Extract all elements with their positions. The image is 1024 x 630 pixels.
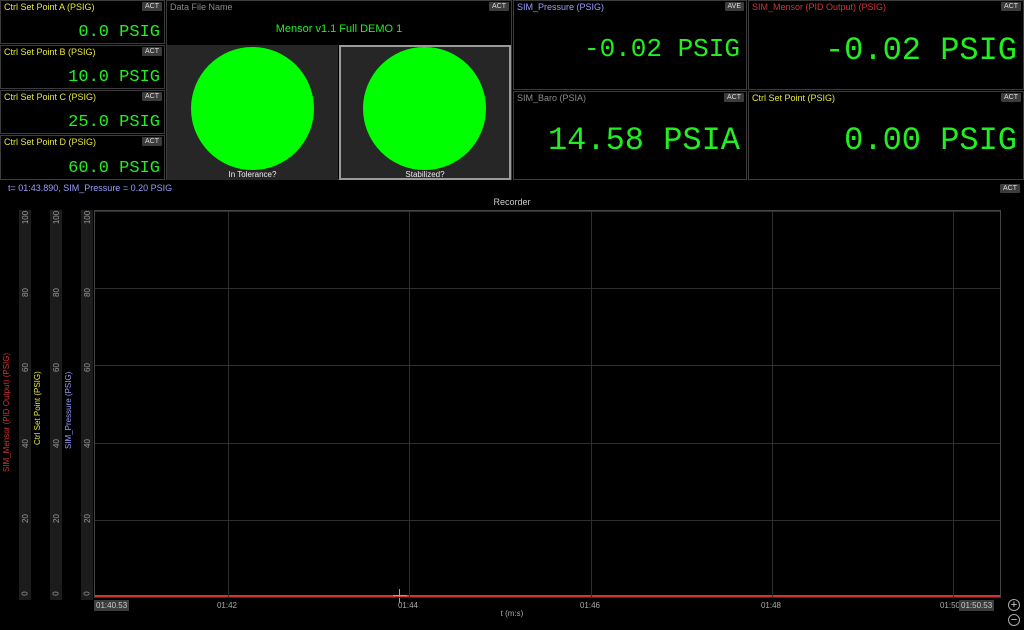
set-point-a-title: Ctrl Set Point A (PSIG) xyxy=(4,2,95,12)
axis-label-sim-mensor: SIM_Mensor (PID Output) (PSIG) xyxy=(2,352,11,472)
sim-mensor-badge[interactable]: ACT xyxy=(1001,2,1021,11)
set-point-d-title: Ctrl Set Point D (PSIG) xyxy=(4,137,97,147)
ctrl-set-point-badge[interactable]: ACT xyxy=(1001,93,1021,102)
stabilized-label: Stabilized? xyxy=(405,170,445,179)
set-point-a-value: 0.0 PSIG xyxy=(78,23,160,42)
cursor-readout: t= 01:43.890, SIM_Pressure = 0.20 PSIG xyxy=(8,183,173,193)
y-tick-label: 20 xyxy=(20,513,30,523)
axis-label-sim-pressure: SIM_Pressure (PSIG) xyxy=(64,371,73,449)
y-tick-label: 60 xyxy=(51,363,61,373)
grid-line-h xyxy=(95,288,1000,290)
y-tick-label: 0 xyxy=(51,591,61,596)
grid-line-v xyxy=(591,211,592,597)
ctrl-set-point-panel[interactable]: Ctrl Set Point (PSIG) ACT 0.00 PSIG xyxy=(748,91,1024,180)
zoom-out-button[interactable]: − xyxy=(1008,614,1020,626)
in-tolerance-lamp-box: In Tolerance? xyxy=(167,45,338,180)
sim-baro-panel[interactable]: SIM_Baro (PSIA) ACT 14.58 PSIA xyxy=(513,91,747,180)
data-file-panel: Data File Name ACT Mensor v1.1 Full DEMO… xyxy=(166,0,512,180)
stabilized-lamp-box: Stabilized? xyxy=(339,45,511,180)
set-point-c-badge[interactable]: ACT xyxy=(142,92,162,101)
y-tick-label: 100 xyxy=(83,210,93,225)
y-tick-label: 20 xyxy=(82,513,92,523)
grid-line-v xyxy=(953,211,954,597)
grid-line-h xyxy=(95,442,1000,444)
recorder-badge[interactable]: ACT xyxy=(1000,184,1020,193)
set-point-c-panel[interactable]: Ctrl Set Point C (PSIG) ACT 25.0 PSIG xyxy=(0,90,165,134)
set-point-c-value: 25.0 PSIG xyxy=(68,113,160,132)
sim-pressure-value: -0.02 PSIG xyxy=(583,34,740,64)
y-tick-label: 100 xyxy=(21,210,31,225)
y-tick-label: 40 xyxy=(51,438,61,448)
y-tick-label: 100 xyxy=(52,210,62,225)
sim-baro-title: SIM_Baro (PSIA) xyxy=(517,93,587,103)
set-point-b-panel[interactable]: Ctrl Set Point B (PSIG) ACT 10.0 PSIG xyxy=(0,45,165,89)
ctrl-set-point-title: Ctrl Set Point (PSIG) xyxy=(752,93,836,103)
sim-pressure-title: SIM_Pressure (PSIG) xyxy=(517,2,605,12)
sim-mensor-title: SIM_Mensor (PID Output) (PSIG) xyxy=(752,2,887,12)
y-tick-label: 0 xyxy=(82,591,92,596)
sim-mensor-panel[interactable]: SIM_Mensor (PID Output) (PSIG) ACT -0.02… xyxy=(748,0,1024,90)
data-file-title: Data File Name xyxy=(170,2,233,12)
set-point-b-badge[interactable]: ACT xyxy=(142,47,162,56)
grid-line-h xyxy=(95,597,1000,598)
sim-pressure-panel[interactable]: SIM_Pressure (PSIG) AVE -0.02 PSIG xyxy=(513,0,747,90)
y-tick-label: 80 xyxy=(20,288,30,298)
set-point-a-panel[interactable]: Ctrl Set Point A (PSIG) ACT 0.0 PSIG xyxy=(0,0,165,44)
grid-line-h xyxy=(95,365,1000,367)
grid-line-v xyxy=(228,211,229,597)
sim-mensor-value: -0.02 PSIG xyxy=(824,32,1017,69)
recorder-plot[interactable] xyxy=(94,210,1001,603)
in-tolerance-label: In Tolerance? xyxy=(228,170,277,179)
y-tick-label: 40 xyxy=(20,438,30,448)
set-point-b-title: Ctrl Set Point B (PSIG) xyxy=(4,47,96,57)
axis-scale-ctrl-set-point[interactable]: 0 20 40 60 80 100 xyxy=(50,210,62,600)
data-file-badge[interactable]: ACT xyxy=(489,2,509,11)
grid-line-h xyxy=(95,211,1000,212)
cursor-crosshair-h[interactable] xyxy=(393,595,407,596)
y-tick-label: 60 xyxy=(82,363,92,373)
axis-scale-sim-pressure[interactable]: 0 20 40 60 80 100 xyxy=(81,210,93,600)
y-tick-label: 0 xyxy=(20,591,30,596)
y-tick-label: 80 xyxy=(51,288,61,298)
sim-baro-value: 14.58 PSIA xyxy=(547,122,740,159)
y-tick-label: 80 xyxy=(82,288,92,298)
ctrl-set-point-value: 0.00 PSIG xyxy=(844,122,1017,159)
grid-line-v xyxy=(409,211,410,597)
in-tolerance-lamp xyxy=(191,47,314,170)
y-tick-label: 60 xyxy=(20,363,30,373)
y-tick-label: 40 xyxy=(82,438,92,448)
set-point-d-value: 60.0 PSIG xyxy=(68,159,160,178)
recorder-title: Recorder xyxy=(493,197,531,207)
set-point-d-panel[interactable]: Ctrl Set Point D (PSIG) ACT 60.0 PSIG xyxy=(0,135,165,180)
grid-line-h xyxy=(95,519,1000,521)
axis-label-ctrl-set-point: Ctrl Set Point (PSIG) xyxy=(33,371,42,445)
set-point-b-value: 10.0 PSIG xyxy=(68,68,160,87)
grid-line-v xyxy=(772,211,773,597)
sim-baro-badge[interactable]: ACT xyxy=(724,93,744,102)
sim-pressure-badge[interactable]: AVE xyxy=(724,2,744,11)
stabilized-lamp xyxy=(363,47,486,170)
set-point-d-badge[interactable]: ACT xyxy=(142,137,162,146)
x-axis-label: t (m:s) xyxy=(500,609,524,618)
axis-scale-sim-mensor[interactable]: 0 20 40 60 80 100 xyxy=(19,210,31,600)
set-point-a-badge[interactable]: ACT xyxy=(142,2,162,11)
zoom-in-button[interactable]: + xyxy=(1008,599,1020,611)
set-point-c-title: Ctrl Set Point C (PSIG) xyxy=(4,92,97,102)
data-file-name: Mensor v1.1 Full DEMO 1 xyxy=(275,23,403,35)
y-tick-label: 20 xyxy=(51,513,61,523)
